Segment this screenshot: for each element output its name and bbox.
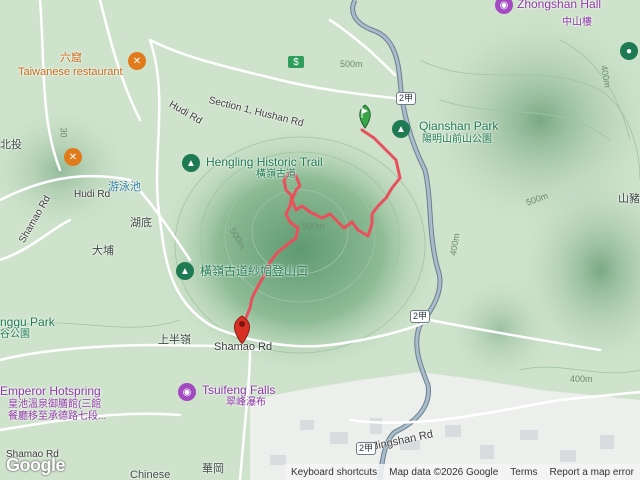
qianshan-park-zh-label: 陽明山前山公園 bbox=[422, 134, 492, 145]
tsuifeng-falls-zh-label: 翠峰瀑布 bbox=[226, 397, 266, 408]
map-canvas[interactable]: ◉ ✕ ✕ ▲ ▲ ▲ ◉ ● $ Zhongshan Hall 中山樓 六窟 … bbox=[0, 0, 640, 480]
chinese-label: Chinese bbox=[130, 469, 171, 480]
emperor-hotspring-zh-label-2: 餐廳移至承德路七段... bbox=[8, 411, 107, 422]
tsuifeng-falls-label[interactable]: Tsuifeng Falls bbox=[202, 384, 275, 396]
liu-ku-label[interactable]: 六窟 bbox=[60, 53, 82, 64]
emperor-hotspring-label[interactable]: Emperor Hotspring bbox=[0, 385, 101, 397]
camera-icon[interactable]: ◉ bbox=[178, 383, 196, 401]
tree-icon[interactable]: ▲ bbox=[392, 120, 410, 138]
contour-label: 500m bbox=[302, 221, 325, 231]
taiwanese-restaurant-label[interactable]: Taiwanese restaurant bbox=[18, 67, 123, 78]
hengling-trailhead-label[interactable]: 橫嶺古道紗帽登山口 bbox=[200, 265, 308, 277]
hengling-trail-label[interactable]: Hengling Historic Trail bbox=[206, 156, 323, 168]
emperor-hotspring-zh-label-1: 皇池溫泉御膳館(三館 bbox=[8, 399, 102, 410]
zhongshan-hall-zh-label: 中山樓 bbox=[562, 17, 592, 28]
zhongshan-hall-label[interactable]: Zhongshan Hall bbox=[517, 0, 601, 10]
money-icon[interactable]: $ bbox=[288, 56, 304, 68]
report-map-error-link[interactable]: Report a map error bbox=[550, 467, 634, 478]
highway-shield: 2甲 bbox=[396, 92, 417, 105]
contour-label: 400m bbox=[570, 374, 593, 384]
hudi-place-label: 湖底 bbox=[130, 217, 152, 229]
contour-label: 30 bbox=[58, 127, 69, 138]
contour-label: 500m bbox=[340, 59, 363, 69]
shangbanling-place-label: 上半嶺 bbox=[158, 334, 191, 346]
nggu-park-label[interactable]: nggu Park bbox=[0, 316, 55, 328]
tree-icon[interactable]: ▲ bbox=[176, 262, 194, 280]
keyboard-shortcuts-link[interactable]: Keyboard shortcuts bbox=[291, 467, 377, 478]
hengling-trail-zh-label: 橫嶺古道 bbox=[256, 169, 296, 180]
fork-knife-icon[interactable]: ✕ bbox=[64, 148, 82, 166]
nggu-park-zh-label: 谷公園 bbox=[0, 329, 30, 340]
shan-place-label: 山豬 bbox=[618, 193, 640, 205]
beitou-place-label: 北投 bbox=[0, 139, 22, 151]
highway-shield: 2甲 bbox=[410, 310, 431, 323]
swimming-pool-label: 游泳池 bbox=[108, 181, 141, 193]
huagang-place-label: 華岡 bbox=[202, 463, 224, 475]
terms-link[interactable]: Terms bbox=[510, 467, 537, 478]
google-logo: Google bbox=[6, 455, 66, 475]
fork-knife-icon[interactable]: ✕ bbox=[128, 52, 146, 70]
hudi-rd-label-2: Hudi Rd bbox=[74, 189, 111, 200]
highway-shield: 2甲 bbox=[356, 442, 377, 455]
shamao-rd-label-2: Shamao Rd bbox=[214, 341, 273, 353]
qianshan-park-label[interactable]: Qianshan Park bbox=[419, 120, 498, 132]
accessibility-icon[interactable]: ● bbox=[620, 42, 638, 60]
map-data-text: Map data ©2026 Google bbox=[389, 466, 499, 478]
attribution-bar: Keyboard shortcuts Map data ©2026 Google… bbox=[284, 464, 640, 480]
dapu-place-label: 大埔 bbox=[92, 245, 114, 257]
tree-icon[interactable]: ▲ bbox=[182, 154, 200, 172]
